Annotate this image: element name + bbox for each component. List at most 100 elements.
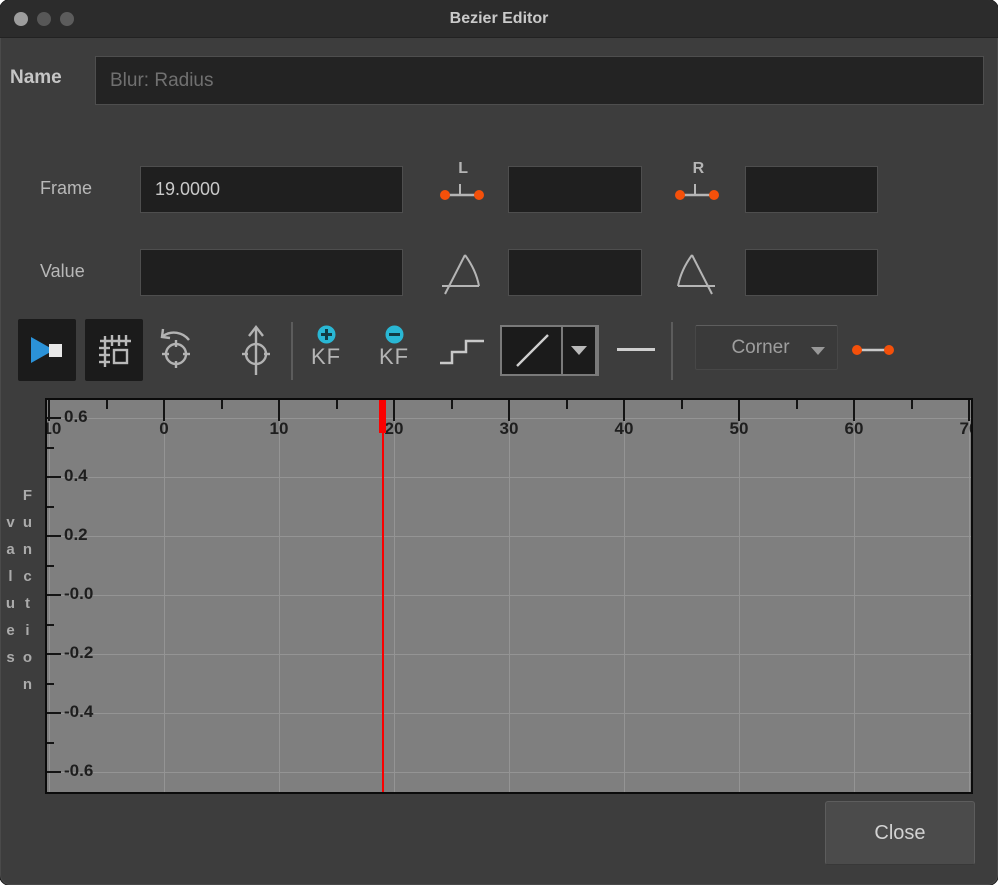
x-tick-label: 60 [845,419,864,439]
y-gridline [47,713,971,714]
x-tick-label: -10 [45,419,61,439]
bezier-editor-window: Bezier Editor Name Frame L R Value [0,0,998,885]
value-input[interactable] [140,249,403,296]
y-gridline [47,772,971,773]
x-tick-label: 10 [270,419,289,439]
chevron-down-icon [571,346,587,355]
handle-segment-icon[interactable] [850,340,896,360]
y-major-tick [47,771,61,773]
play-stop-button[interactable] [18,319,76,381]
x-minor-tick [796,400,798,409]
x-major-tick [738,400,740,421]
x-tick-label: 70 [960,419,973,439]
toolbar-separator-2 [671,322,673,380]
y-major-tick [47,712,61,714]
name-label: Name [10,67,62,89]
x-minor-tick [911,400,913,409]
frame-right-input[interactable] [745,166,878,213]
x-gridline [164,400,165,792]
flat-line-icon[interactable] [617,348,655,351]
remove-keyframe-button[interactable]: KF [373,325,415,379]
line-type-icon[interactable] [502,327,561,374]
x-minor-tick [336,400,338,409]
toolbar-separator [291,322,293,380]
function-curve-plot[interactable]: -10 0 10 20 30 40 50 60 70 0.6 0.4 0.2 -0.0 -0.2 -0.4 -… [45,398,973,794]
line-type-dropdown-arrow[interactable] [563,327,595,374]
add-keyframe-label: KF [311,346,341,368]
x-gridline [279,400,280,792]
y-tick-label: 0.4 [64,466,88,486]
y-tick-label: -0.4 [64,702,93,722]
x-minor-tick [221,400,223,409]
x-gridline [49,400,50,792]
left-angle-icon[interactable] [438,246,484,298]
y-minor-tick [47,742,54,744]
x-minor-tick [451,400,453,409]
title-bar: Bezier Editor [0,0,998,38]
x-minor-tick [566,400,568,409]
corner-mode-label: Corner [696,337,811,359]
reset-vertical-zoom-icon[interactable] [234,323,278,379]
frame-input[interactable] [140,166,403,213]
right-handle-letter: R [693,161,705,177]
frame-left-input[interactable] [508,166,642,213]
y-major-tick [47,653,61,655]
x-major-tick [623,400,625,421]
y-tick-label: -0.6 [64,761,93,781]
remove-keyframe-label: KF [379,346,409,368]
y-major-tick [47,535,61,537]
value-label: Value [40,261,85,282]
x-major-tick [508,400,510,421]
y-minor-tick [47,683,54,685]
y-tick-label: -0.2 [64,643,93,663]
left-handle-letter: L [458,161,468,177]
y-gridline [47,536,971,537]
x-gridline [624,400,625,792]
x-major-tick [278,400,280,421]
step-mode-icon[interactable] [437,334,487,368]
x-tick-label: 50 [730,419,749,439]
add-keyframe-button[interactable]: KF [305,325,347,379]
x-major-tick [853,400,855,421]
left-handle-button[interactable]: L [437,164,487,208]
x-gridline [739,400,740,792]
show-grid-button[interactable] [85,319,143,381]
y-tick-label: 0.2 [64,525,88,545]
name-input[interactable] [95,56,984,105]
x-tick-label: 20 [385,419,404,439]
x-major-tick [968,400,970,421]
x-major-tick [163,400,165,421]
frame-label: Frame [40,178,92,199]
corner-mode-dropdown[interactable]: Corner [695,325,838,370]
x-tick-label: 0 [159,419,168,439]
x-gridline [509,400,510,792]
x-tick-label: 30 [500,419,519,439]
x-major-tick [393,400,395,421]
y-axis-title: Function values [10,398,36,792]
y-minor-tick [47,565,54,567]
y-minor-tick [47,447,54,449]
line-type-combo[interactable] [500,325,599,376]
value-left-input[interactable] [508,249,642,296]
x-gridline [854,400,855,792]
window-title: Bezier Editor [0,0,998,38]
x-minor-tick [681,400,683,409]
right-handle-button[interactable]: R [672,164,722,208]
y-gridline [47,595,971,596]
y-gridline [47,477,971,478]
x-gridline [394,400,395,792]
reset-view-icon[interactable] [150,325,200,377]
chevron-down-icon [811,347,825,355]
value-right-input[interactable] [745,249,878,296]
y-tick-label: 0.6 [64,407,88,427]
close-button[interactable]: Close [825,801,975,865]
x-gridline [969,400,970,792]
right-angle-icon[interactable] [673,246,719,298]
y-minor-tick [47,506,54,508]
x-tick-label: 40 [615,419,634,439]
y-tick-label: -0.0 [64,584,93,604]
playhead-line [382,400,384,792]
y-major-tick [47,594,61,596]
y-major-tick [47,417,61,419]
y-gridline [47,654,971,655]
